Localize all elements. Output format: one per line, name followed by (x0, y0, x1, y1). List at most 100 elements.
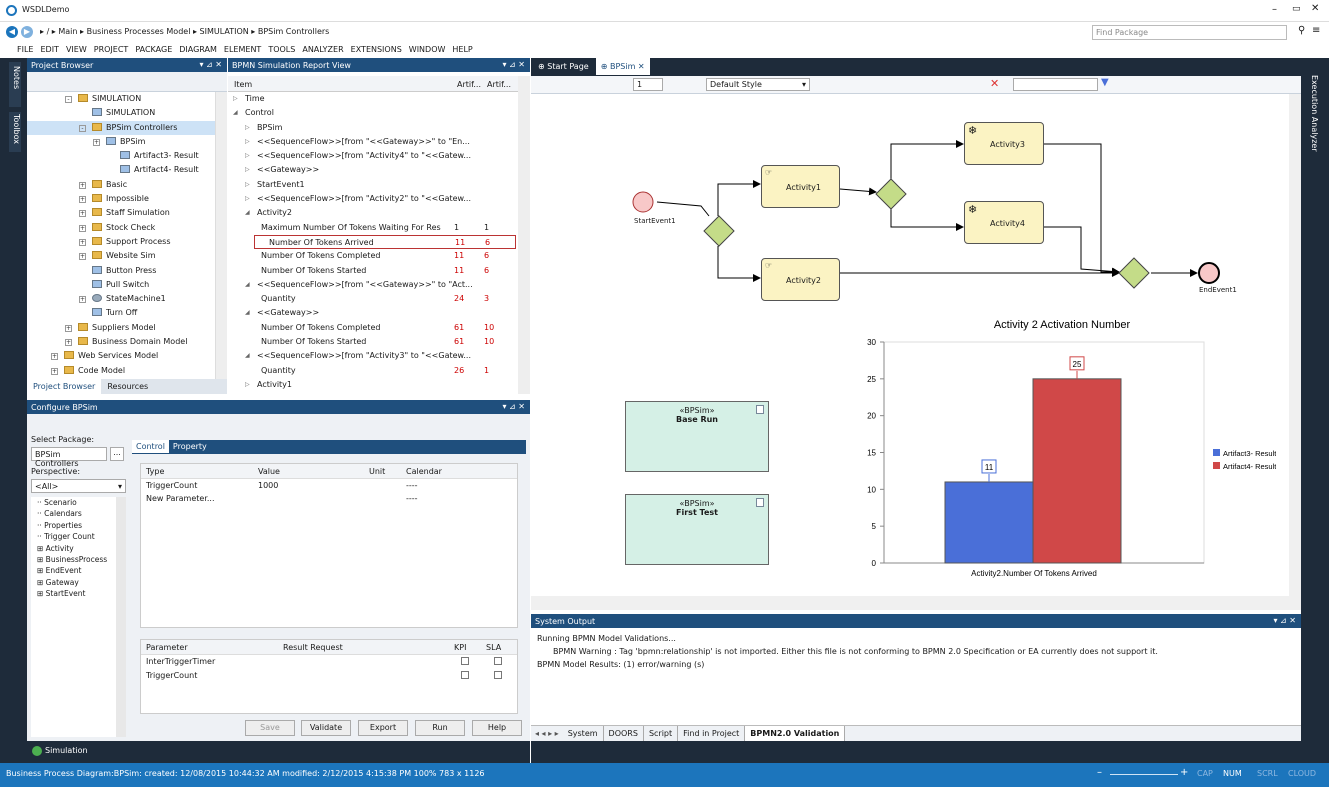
menu-tools[interactable]: TOOLS (268, 45, 295, 54)
menu-element[interactable]: ELEMENT (224, 45, 261, 54)
menu-package[interactable]: PACKAGE (135, 45, 172, 54)
activity2[interactable]: Activity2 ☞ (761, 258, 840, 301)
find-package-input[interactable]: Find Package (1092, 25, 1287, 40)
style-select[interactable]: Default Style ▾ (706, 78, 810, 91)
report-row[interactable]: Number Of Tokens Completed 11 6 (228, 249, 518, 263)
collapse-arrow-icon[interactable]: ◢ (245, 278, 250, 292)
grid-cell-cal[interactable]: ---- (406, 494, 418, 503)
tree-item[interactable]: Button Press (27, 264, 217, 278)
grid-row[interactable]: New Parameter... ---- (141, 492, 517, 505)
tree-item[interactable]: + Basic (27, 178, 217, 192)
search-icon[interactable]: ⚲ (1298, 25, 1305, 36)
help-button[interactable]: Help (472, 720, 522, 736)
tab-property[interactable]: Property (169, 440, 211, 453)
expand-icon[interactable]: ⊞ (37, 555, 46, 564)
report-scrollbar[interactable] (518, 76, 530, 394)
zoom-in-icon[interactable]: + (1180, 767, 1188, 778)
param-col[interactable]: Parameter (146, 643, 188, 652)
config-tree-item[interactable]: ⊞ BusinessProcess (37, 554, 116, 565)
expand-icon[interactable]: ⊞ (37, 578, 46, 587)
grid-col-value[interactable]: Value (258, 467, 280, 476)
package-field[interactable]: BPSim Controllers (31, 447, 107, 468)
breadcrumb-item[interactable]: Main (58, 27, 77, 36)
diagram-filter-input[interactable] (1013, 78, 1098, 91)
run-button[interactable]: Run (415, 720, 465, 736)
diagram-vertical-scrollbar[interactable] (1289, 94, 1301, 596)
report-row[interactable]: ▷ <<SequenceFlow>>[from "Activity2" to "<… (228, 192, 518, 206)
config-tree-item[interactable]: ·· Calendars (37, 508, 116, 519)
tree-item[interactable]: + Suppliers Model (27, 321, 217, 335)
expand-arrow-icon[interactable]: ▷ (245, 378, 250, 392)
start-event[interactable] (632, 191, 654, 213)
expand-icon[interactable]: + (51, 367, 58, 375)
configure-tree-scrollbar[interactable] (116, 497, 126, 737)
expand-icon[interactable]: ⊞ (37, 544, 46, 553)
expand-arrow-icon[interactable]: ▷ (245, 163, 250, 177)
tree-item[interactable]: + Website Sim (27, 249, 217, 263)
expand-icon[interactable]: + (79, 196, 86, 204)
tree-item[interactable]: SIMULATION (27, 106, 217, 120)
config-tree-item[interactable]: ·· Trigger Count (37, 531, 116, 542)
expand-icon[interactable]: + (65, 324, 72, 332)
tree-item[interactable]: Artifact3- Result (27, 149, 217, 163)
config-tree-item[interactable]: ·· Scenario (37, 497, 116, 508)
param-col[interactable]: KPI (454, 643, 466, 652)
col-artifact3[interactable]: Artif... (457, 80, 481, 89)
expand-icon[interactable]: + (79, 253, 86, 261)
simulation-tab[interactable]: Simulation (45, 746, 88, 755)
perspective-select[interactable]: <All> ▾ (31, 479, 126, 493)
report-row[interactable]: ▷ <<SequenceFlow>>[from "<<Gateway>>" to … (228, 135, 518, 149)
activity3[interactable]: Activity3 ❄ (964, 122, 1044, 165)
grid-col-type[interactable]: Type (146, 467, 164, 476)
collapse-icon[interactable]: - (79, 124, 86, 132)
tree-item[interactable]: + Stock Check (27, 221, 217, 235)
collapse-arrow-icon[interactable]: ◢ (233, 106, 238, 120)
config-tree-item[interactable]: ⊞ Gateway (37, 577, 116, 588)
tree-item[interactable]: + BPSim (27, 135, 217, 149)
tab-start-page[interactable]: ⊕ Start Page (533, 58, 594, 75)
config-tree-item[interactable]: ⊞ Activity (37, 543, 116, 554)
tab-control[interactable]: Control (132, 440, 169, 453)
expand-arrow-icon[interactable]: ▷ (245, 192, 250, 206)
expand-icon[interactable]: + (65, 339, 72, 347)
end-event[interactable] (1198, 262, 1220, 284)
zoom-out-icon[interactable]: – (1097, 767, 1102, 778)
sla-checkbox[interactable] (494, 657, 502, 665)
tree-item[interactable]: + Web Services Model (27, 349, 217, 363)
report-row[interactable]: Number Of Tokens Started 11 6 (228, 264, 518, 278)
diagram-canvas[interactable]: StartEvent1 EndEvent1 Activity1 ☞ Activit… (531, 94, 1289, 596)
kpi-checkbox[interactable] (461, 671, 469, 679)
expand-icon[interactable]: ⊞ (37, 566, 46, 575)
tree-item[interactable]: + Impossible (27, 192, 217, 206)
expand-arrow-icon[interactable]: ▷ (245, 135, 250, 149)
export-button[interactable]: Export (358, 720, 408, 736)
diagram-horizontal-scrollbar[interactable] (531, 596, 1301, 610)
grid-cell-type[interactable]: TriggerCount (146, 481, 197, 490)
hamburger-menu-icon[interactable]: ≡ (1312, 25, 1320, 36)
tree-item[interactable]: + StateMachine1 (27, 292, 217, 306)
menu-edit[interactable]: EDIT (40, 45, 58, 54)
report-row[interactable]: Maximum Number Of Tokens Waiting For Res… (228, 221, 518, 235)
close-tab-icon[interactable]: ✕ (635, 62, 645, 71)
gateway-2[interactable] (875, 178, 907, 210)
report-row[interactable]: ▷ Time (228, 92, 518, 106)
gateway-1[interactable] (703, 215, 735, 247)
sla-checkbox[interactable] (494, 671, 502, 679)
breadcrumb-item[interactable]: Business Processes Model (87, 27, 191, 36)
report-row[interactable]: ▷ Activity1 (228, 378, 518, 392)
notes-tab[interactable]: Notes (9, 62, 21, 107)
param-col[interactable]: Result Request (283, 643, 343, 652)
execution-analyzer-tab[interactable]: Execution Analyzer (1306, 75, 1319, 165)
report-row[interactable]: Number Of Tokens Completed 61 10 (228, 321, 518, 335)
forward-icon[interactable]: ▶ (21, 26, 33, 38)
panel-controls-icon[interactable]: ▾ ⊿ ✕ (502, 60, 525, 69)
activity1[interactable]: Activity1 ☞ (761, 165, 840, 208)
delete-icon[interactable]: ✕ (990, 77, 999, 90)
breadcrumb-item[interactable]: BPSim Controllers (258, 27, 329, 36)
menu-extensions[interactable]: EXTENSIONS (351, 45, 402, 54)
toolbox-tab[interactable]: Toolbox (9, 112, 21, 152)
save-button[interactable]: Save (245, 720, 295, 736)
minimize-button[interactable]: – (1272, 4, 1277, 15)
menu-analyzer[interactable]: ANALYZER (302, 45, 343, 54)
report-row[interactable]: ◢ Activity2 (228, 206, 518, 220)
